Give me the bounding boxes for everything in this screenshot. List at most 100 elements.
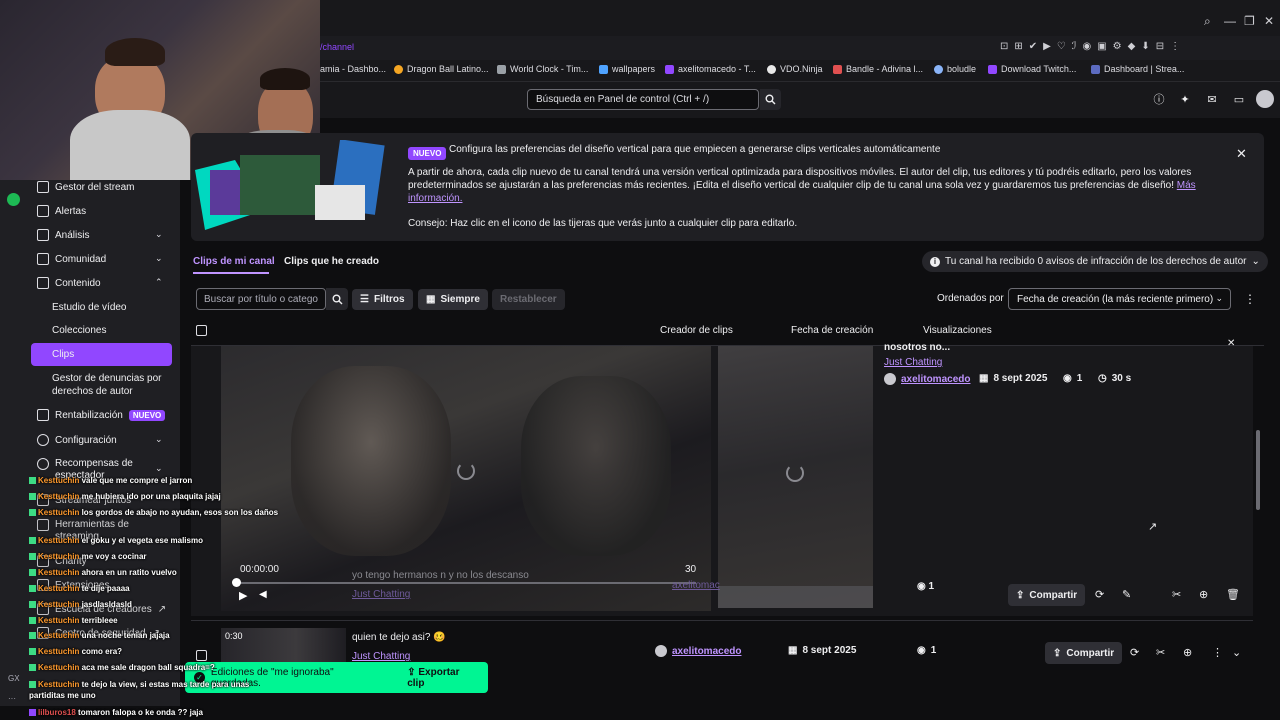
filters-button[interactable]: ☰ Filtros (352, 289, 413, 310)
seek-handle[interactable] (232, 578, 241, 587)
sidebar-subitem-clips[interactable]: Clips (52, 348, 74, 361)
bookmark[interactable]: Dragon Ball Latino... (394, 64, 489, 74)
vertical-clip-preview[interactable] (718, 346, 873, 608)
bookmark[interactable]: World Clock - Tim... (497, 64, 588, 74)
chat-username: Kesttuchin (38, 680, 80, 689)
chat-bubble-icon[interactable]: ▭ (1232, 92, 1246, 106)
sidebar-item-stream-manager[interactable]: Gestor del stream (37, 181, 134, 193)
sidebar-item-analytics[interactable]: Análisis (37, 229, 89, 241)
browser-search-icon[interactable]: ⌕ (1204, 14, 1211, 29)
search-button[interactable] (760, 89, 781, 110)
bookmark[interactable]: Bandle - Adivina l... (833, 64, 923, 74)
more-options-icon[interactable]: ⋮ (1212, 646, 1223, 659)
seek-bar[interactable] (236, 582, 696, 584)
sparkle-icon[interactable]: ✦ (1178, 92, 1192, 106)
maximize-icon[interactable]: ❐ (1244, 14, 1255, 28)
external-link-icon[interactable]: ↗ (1148, 520, 1157, 533)
select-all-checkbox[interactable] (196, 325, 207, 336)
clip-category-link[interactable]: Just Chatting (352, 651, 410, 662)
upload-icon: ⇪ (407, 666, 419, 678)
dashboard-search-input[interactable]: Búsqueda en Panel de control (Ctrl + /) (527, 89, 759, 110)
chat-message: Kesttuchin te dejo la view, si estas mas… (29, 679, 259, 701)
sidebar-item-settings[interactable]: Configuración (37, 434, 117, 446)
chat-badge-icon (29, 509, 36, 517)
person-left-shirt (70, 110, 190, 180)
bookmark[interactable]: boludle (934, 64, 976, 74)
sidebar-item-monetization[interactable]: Rentabilización NUEVO (37, 409, 166, 421)
period-button[interactable]: ▦ Siempre (418, 289, 488, 310)
share-button[interactable]: ⇪ Compartir (1008, 584, 1086, 606)
vertical-format-icon[interactable]: ⟳ (1095, 588, 1104, 601)
bookmark[interactable]: Dashboard | Strea... (1091, 64, 1184, 74)
chat-badge-icon (29, 709, 36, 717)
highlight-icon[interactable]: ✎ (1122, 588, 1131, 601)
clip-title[interactable]: quien te dejo asi? 🥴 (352, 632, 446, 643)
sidebar-subitem-video-studio[interactable]: Estudio de vídeo (52, 301, 127, 314)
tab-clips-i-created[interactable]: Clips que he creado (284, 256, 379, 267)
add-to-collection-icon[interactable]: ⊕ (1199, 588, 1208, 601)
creator-link[interactable]: axelitomacedo (901, 374, 970, 385)
header-clip-creator[interactable]: Creador de clips (660, 325, 733, 336)
chevron-down-icon[interactable]: ⌄ (1232, 646, 1241, 659)
export-clip-button[interactable]: ⇪ Exportar clip (407, 667, 479, 689)
clip-creator[interactable]: axelitomacedo (655, 645, 741, 657)
loading-spinner-icon (786, 464, 804, 482)
play-icon[interactable]: ▶ (239, 589, 247, 602)
reset-button[interactable]: Restablecer (492, 289, 565, 310)
bookmark[interactable]: wallpapers (599, 64, 655, 74)
scissors-icon[interactable]: ✂ (1172, 588, 1181, 601)
sidebar-item-alerts[interactable]: Alertas (37, 205, 86, 217)
bookmark[interactable]: VDO.Ninja (767, 64, 823, 74)
chevron-down-icon[interactable]: ⌄ (155, 434, 163, 445)
clip-category-link[interactable]: Just Chatting (884, 357, 942, 368)
clip-search-input[interactable]: Buscar por título o categoría (196, 288, 326, 310)
delete-icon[interactable]: 🗑 (1226, 588, 1240, 601)
add-to-collection-icon[interactable]: ⊕ (1183, 646, 1192, 659)
scrollbar-thumb[interactable] (1256, 430, 1260, 510)
chat-message: Kesttuchin jasdlasldasld (29, 600, 132, 609)
tab-my-channel-clips[interactable]: Clips de mi canal (193, 256, 275, 267)
chevron-down-icon[interactable]: ⌄ (155, 229, 163, 240)
minimize-icon[interactable]: — (1224, 14, 1236, 28)
sidebar-subitem-collections[interactable]: Colecciones (52, 324, 106, 337)
mail-icon[interactable]: ✉ (1205, 92, 1219, 106)
more-icon[interactable]: ··· (8, 694, 16, 703)
bookmark[interactable]: amia - Dashbo... (320, 64, 386, 74)
close-icon[interactable]: ✕ (1236, 146, 1247, 162)
sidebar-item-community[interactable]: Comunidad (37, 253, 106, 265)
vertical-format-icon[interactable]: ⟳ (1130, 646, 1139, 659)
chat-text: jasdlasldasld (81, 600, 132, 609)
share-button[interactable]: ⇪ Compartir (1045, 642, 1123, 664)
spotify-icon[interactable] (7, 193, 20, 206)
copyright-notice-dropdown[interactable]: i Tu canal ha recibido 0 avisos de infra… (922, 251, 1268, 272)
header-creation-date[interactable]: Fecha de creación (791, 325, 873, 336)
clip-creator[interactable]: axelitomacedo (884, 373, 970, 385)
sidebar-subitem-copyright-reports[interactable]: Gestor de denuncias por derechos de auto… (52, 372, 162, 398)
collapse-icon[interactable]: ✕ (1227, 338, 1235, 349)
help-icon[interactable]: ⓘ (1152, 92, 1166, 106)
chevron-down-icon[interactable]: ⌄ (155, 253, 163, 264)
extension-icons[interactable]: ⊡⊞✔▶♡ℐ◉▣⚙◆⬇⊟⋮ (1000, 41, 1186, 52)
creator-link[interactable]: axelitomacedo (672, 646, 741, 657)
chat-username: Kesttuchin (38, 647, 80, 656)
volume-icon[interactable]: ◀ (259, 589, 267, 600)
sidebar-item-content[interactable]: Contenido (37, 277, 101, 289)
close-window-icon[interactable]: ✕ (1264, 14, 1274, 28)
user-avatar[interactable] (1256, 90, 1274, 108)
row-checkbox[interactable] (196, 650, 207, 661)
scrollbar-track[interactable] (1255, 346, 1261, 686)
clip-search-button[interactable] (326, 288, 348, 310)
header-views[interactable]: Visualizaciones (923, 325, 992, 336)
chat-badge-icon (29, 664, 36, 672)
gx-label: GX (8, 674, 20, 683)
bookmark[interactable]: axelitomacedo - T... (665, 64, 756, 74)
sort-select[interactable]: Fecha de creación (la más reciente prime… (1008, 288, 1231, 310)
bookmark[interactable]: Download Twitch... (988, 64, 1076, 74)
sort-label: Ordenados por (937, 293, 1004, 304)
chevron-down-icon[interactable]: ⌄ (155, 463, 163, 474)
more-options-icon[interactable]: ⋮ (1244, 292, 1256, 306)
clip-views-value: 1 (928, 581, 935, 592)
scissors-icon[interactable]: ✂ (1156, 646, 1165, 659)
chevron-up-icon[interactable]: ⌃ (155, 277, 163, 288)
clip-date: ▦ 8 sept 2025 (788, 645, 856, 656)
